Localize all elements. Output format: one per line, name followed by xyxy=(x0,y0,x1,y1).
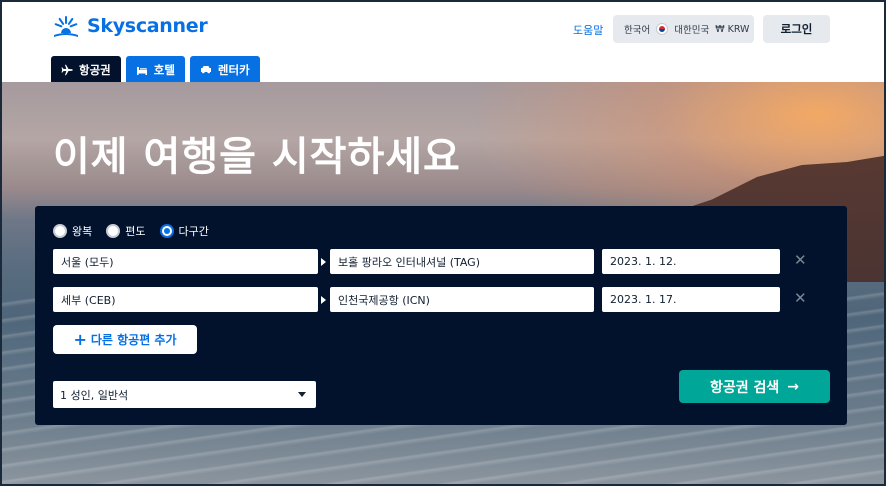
plane-icon xyxy=(61,64,73,75)
chevron-down-icon xyxy=(298,392,306,397)
search-button-label: 항공권 검색 xyxy=(709,379,780,396)
country-label: 대한민국 xyxy=(674,25,710,36)
radio-button[interactable] xyxy=(159,224,174,238)
radio-button[interactable] xyxy=(106,224,121,238)
flight-search-panel: 왕복 편도 다구간 서울 (모두) 보홀 팡라오 인터내셔널 (TAG) 202… xyxy=(35,206,847,425)
date-field-leg-1[interactable]: 2023. 1. 12. xyxy=(602,249,780,274)
logo-text: Skyscanner xyxy=(87,15,208,37)
skyscanner-logo[interactable]: Skyscanner xyxy=(51,14,208,38)
radio-label: 편도 xyxy=(125,225,146,238)
trip-type-return[interactable]: 왕복 xyxy=(53,223,92,239)
tab-flights[interactable]: 항공권 xyxy=(51,56,121,83)
date-field-leg-2[interactable]: 2023. 1. 17. xyxy=(602,287,780,312)
travellers-cabin-select[interactable]: 1 성인, 일반석 xyxy=(53,381,316,408)
destination-field-leg-1[interactable]: 보홀 팡라오 인터내셔널 (TAG) xyxy=(330,249,594,274)
trip-type-multi-city[interactable]: 다구간 xyxy=(159,223,209,239)
arrow-right-icon xyxy=(321,258,326,266)
radio-label: 다구간 xyxy=(178,225,209,238)
tab-hotels[interactable]: 호텔 xyxy=(125,56,185,83)
plus-icon: + xyxy=(73,329,87,349)
close-icon[interactable]: ✕ xyxy=(794,291,807,306)
bed-icon xyxy=(136,66,147,75)
currency-label: ₩ KRW xyxy=(715,23,750,35)
locale-currency-button[interactable]: 한국어 대한민국 ₩ KRW xyxy=(613,15,754,43)
hero-title: 이제 여행을 시작하세요 xyxy=(53,134,461,180)
login-button[interactable]: 로그인 xyxy=(763,15,830,43)
travellers-value: 1 성인, 일반석 xyxy=(60,388,129,402)
tab-car-hire[interactable]: 렌터카 xyxy=(189,56,260,83)
arrow-right-icon xyxy=(321,296,326,304)
site-header: Skyscanner 도움말 한국어 대한민국 ₩ KRW 로그인 항공권 호텔 xyxy=(2,2,884,83)
product-tabs: 항공권 호텔 렌터카 xyxy=(51,56,260,83)
add-flight-button[interactable]: + 다른 항공편 추가 xyxy=(53,325,197,354)
add-flight-label: 다른 항공편 추가 xyxy=(90,333,177,347)
browser-viewport: Skyscanner 도움말 한국어 대한민국 ₩ KRW 로그인 항공권 호텔 xyxy=(0,0,886,486)
close-icon[interactable]: ✕ xyxy=(794,253,807,268)
origin-field-leg-2[interactable]: 세부 (CEB) xyxy=(53,287,318,312)
sunrise-logo-icon xyxy=(54,16,78,37)
origin-field-leg-1[interactable]: 서울 (모두) xyxy=(53,249,318,274)
trip-type-one-way[interactable]: 편도 xyxy=(106,223,146,239)
trip-type-selector: 왕복 편도 다구간 xyxy=(53,223,209,239)
search-flights-button[interactable]: 항공권 검색 → xyxy=(679,370,830,403)
tab-label: 호텔 xyxy=(153,62,175,77)
hero-section: 이제 여행을 시작하세요 왕복 편도 다구간 서울 (모두) 보홀 팡라오 인터… xyxy=(2,82,884,484)
radio-label: 왕복 xyxy=(72,225,93,238)
korea-flag-icon xyxy=(656,23,669,35)
destination-field-leg-2[interactable]: 인천국제공항 (ICN) xyxy=(330,287,594,312)
car-icon xyxy=(200,65,211,73)
language-label: 한국어 xyxy=(624,25,651,36)
tab-label: 항공권 xyxy=(79,62,111,77)
radio-button[interactable] xyxy=(53,224,67,238)
tab-label: 렌터카 xyxy=(217,62,250,77)
help-link[interactable]: 도움말 xyxy=(573,22,603,38)
arrow-right-icon: → xyxy=(787,378,799,395)
